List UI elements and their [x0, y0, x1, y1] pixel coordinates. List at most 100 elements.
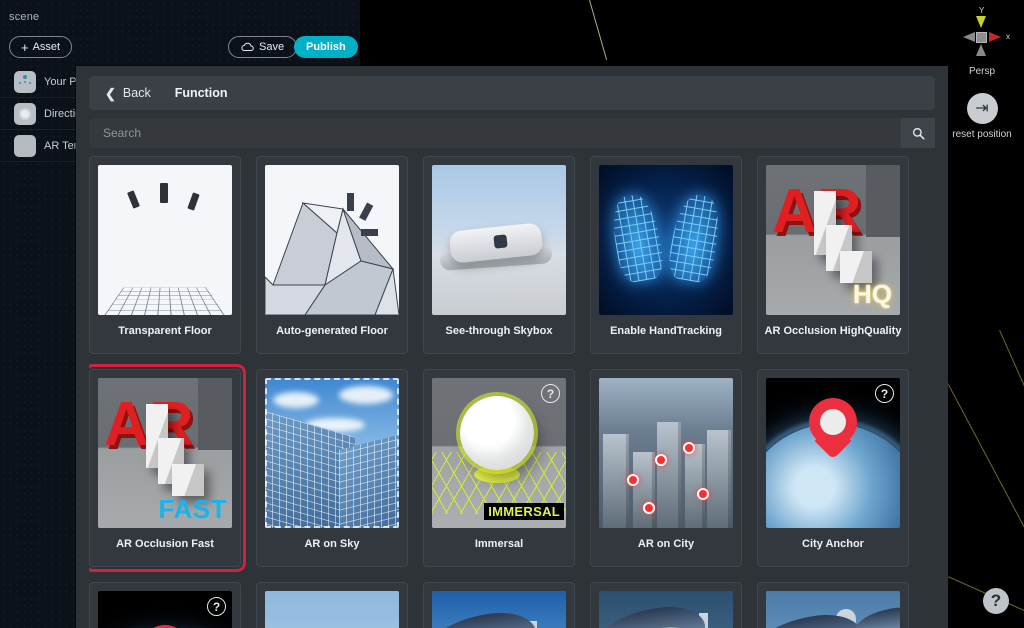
function-card-row3-1[interactable]: ? [89, 582, 241, 628]
axis-x-negative-arrow-icon [963, 32, 975, 42]
headset-lens-icon [493, 234, 508, 249]
person-thumbnail-icon [14, 70, 36, 93]
publish-button[interactable]: Publish [294, 36, 358, 58]
cloud-shape [273, 392, 319, 408]
card-thumbnail [432, 591, 566, 628]
view-gizmo[interactable]: Y x Persp ⇥ reset position [948, 6, 1016, 140]
building-shape [633, 452, 655, 528]
function-card-enable-handtracking[interactable]: Enable HandTracking [590, 156, 742, 354]
function-card-ar-occlusion-fast[interactable]: AR FAST AR Occlusion Fast [89, 364, 246, 572]
cloud-icon [241, 42, 254, 51]
function-card-ar-on-city[interactable]: AR on City [590, 369, 742, 567]
axis-x-label: x [1006, 32, 1010, 41]
ar-on-city-art [599, 378, 733, 528]
immersal-watermark-label: IMMERSAL [484, 503, 564, 520]
transparent-floor-art [98, 165, 232, 315]
auto-generated-floor-art [265, 165, 399, 315]
search-button[interactable] [901, 118, 935, 148]
card-thumbnail [98, 165, 232, 315]
light-thumbnail-icon [14, 102, 36, 125]
card-label: AR Occlusion HighQuality [764, 325, 902, 337]
back-button[interactable]: ❮ Back [105, 86, 151, 100]
ar-occlusion-fast-art: AR FAST [98, 378, 232, 528]
building-shape [707, 430, 731, 528]
function-card-see-through-skybox[interactable]: See-through Skybox [423, 156, 575, 354]
axis-y-negative-arrow-icon [976, 44, 986, 56]
card-label: AR on City [637, 538, 695, 550]
template-thumbnail-icon [14, 134, 36, 157]
function-card-city-anchor[interactable]: ? City Anchor [757, 369, 909, 567]
save-button[interactable]: Save [228, 36, 298, 58]
panel-header: ❮ Back Function [89, 76, 935, 110]
card-thumbnail [599, 591, 733, 628]
help-badge-icon[interactable]: ? [207, 597, 226, 616]
whale-shape [599, 601, 708, 628]
cloud-shape [339, 386, 393, 404]
polygon-mesh-icon [265, 193, 399, 315]
pin-dot [820, 409, 846, 435]
add-asset-button[interactable]: + Asset [9, 36, 73, 58]
axis-y-arrow-icon [976, 16, 986, 28]
reset-position-button[interactable]: ⇥ [966, 93, 998, 124]
function-card-ar-occlusion-highquality[interactable]: AR HQ AR Occlusion HighQuality [757, 156, 909, 354]
scene-grid-line [999, 330, 1024, 628]
publish-label: Publish [306, 41, 346, 53]
marker-icon [160, 183, 168, 203]
reset-arrow-icon: ⇥ [975, 99, 989, 117]
card-thumbnail [599, 378, 733, 528]
page-title: Function [174, 86, 228, 100]
ar-on-sky-art [265, 378, 399, 528]
card-thumbnail [265, 591, 399, 628]
card-thumbnail [265, 165, 399, 315]
location-pin-icon [627, 474, 639, 486]
function-card-row3-5[interactable] [757, 582, 909, 628]
function-card-immersal[interactable]: IMMERSAL ? Immersal [423, 369, 575, 567]
scene-light-streak [589, 0, 608, 60]
axis-gizmo-icon[interactable]: Y x [948, 6, 1016, 68]
search-input[interactable] [89, 118, 901, 148]
left-hand-wireframe-icon [607, 191, 667, 285]
add-asset-label: Asset [32, 41, 61, 53]
building-shape [685, 444, 705, 528]
card-label: AR on Sky [304, 538, 360, 550]
scene-name-label: scene [9, 11, 40, 23]
whale-shape [852, 604, 900, 628]
card-thumbnail [265, 378, 399, 528]
plus-icon: + [21, 39, 29, 55]
card-thumbnail: AR HQ [766, 165, 900, 315]
whale-city-art [766, 591, 900, 628]
help-badge-icon[interactable]: ? [875, 384, 894, 403]
card-thumbnail [432, 165, 566, 315]
card-label: Enable HandTracking [610, 325, 722, 337]
card-label: See-through Skybox [445, 325, 553, 337]
card-thumbnail [766, 591, 900, 628]
white-box-icon [172, 464, 204, 496]
axis-x-arrow-icon [989, 32, 1001, 42]
save-label: Save [259, 41, 285, 53]
search-icon [912, 127, 924, 139]
location-pin-icon [683, 442, 695, 454]
function-picker-panel: ❮ Back Function Search Transparent Floor… [76, 66, 948, 628]
marker-icon [187, 192, 200, 211]
function-card-ar-on-sky[interactable]: AR on Sky [256, 369, 408, 567]
function-card-row3-3[interactable] [423, 582, 575, 628]
function-card-auto-generated-floor[interactable]: Auto-generated Floor [256, 156, 408, 354]
function-card-grid: Transparent Floor Auto-generated Floor S… [89, 156, 948, 628]
help-badge-icon[interactable]: ? [541, 384, 560, 403]
quality-overlay-label: FAST [158, 494, 227, 524]
reset-position-label: reset position [952, 129, 1012, 140]
axis-center-cube-icon [976, 32, 987, 43]
reset-position-control[interactable]: ⇥ reset position [948, 93, 1016, 140]
card-thumbnail: IMMERSAL ? [432, 378, 566, 528]
whale-tower-a-art [432, 591, 566, 628]
help-button[interactable]: ? [983, 588, 1009, 614]
function-card-row3-2[interactable] [256, 582, 408, 628]
function-card-transparent-floor[interactable]: Transparent Floor [89, 156, 241, 354]
function-card-row3-4[interactable] [590, 582, 742, 628]
quality-overlay-label: HQ [853, 279, 892, 309]
card-thumbnail: AR FAST [98, 378, 232, 528]
location-pin-icon [809, 398, 857, 460]
location-pin-icon [697, 488, 709, 500]
card-thumbnail: ? [766, 378, 900, 528]
card-label: Immersal [474, 538, 524, 550]
